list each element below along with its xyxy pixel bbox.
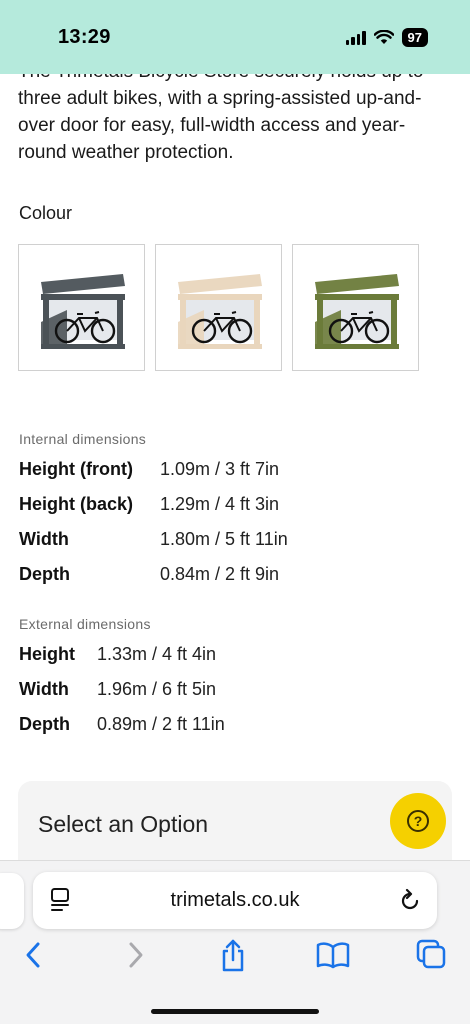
dimension-label: Height — [19, 644, 75, 664]
dimension-label: Height (front) — [19, 459, 133, 479]
dimension-label: Width — [19, 529, 69, 549]
dimension-value: 1.29m / 4 ft 3in — [160, 494, 280, 514]
internal-row: Width 1.80m / 5 ft 11in — [19, 529, 288, 550]
bike-store-anthracite-icon — [40, 273, 125, 349]
forward-icon[interactable] — [123, 939, 147, 971]
dimension-value: 1.33m / 4 ft 4in — [97, 644, 217, 664]
colour-label: Colour — [19, 203, 73, 223]
dimension-label: Height (back) — [19, 494, 134, 514]
tabs-icon[interactable] — [416, 939, 448, 971]
bookmarks-icon[interactable] — [316, 939, 350, 971]
previous-tab-peek[interactable] — [0, 873, 24, 929]
url-text: trimetals.co.uk — [170, 889, 300, 911]
status-time: 13:29 — [58, 26, 111, 48]
colour-swatches — [18, 244, 419, 371]
bike-store-beige-icon — [177, 273, 262, 349]
signal-icon — [345, 30, 366, 45]
reload-icon[interactable] — [399, 888, 421, 912]
internal-row: Height (front) 1.09m / 3 ft 7in — [19, 459, 279, 480]
dimension-label: Depth — [19, 714, 70, 734]
dimension-value: 0.89m / 2 ft 11in — [97, 714, 225, 734]
bike-store-green-icon — [314, 273, 399, 349]
back-icon[interactable] — [22, 939, 46, 971]
dimension-label: Depth — [19, 564, 70, 584]
address-bar[interactable]: trimetals.co.uk — [33, 872, 437, 929]
dimension-value: 1.80m / 5 ft 11in — [160, 529, 288, 549]
status-icons: 97 — [345, 28, 428, 47]
external-row: Width 1.96m / 6 ft 5in — [19, 679, 216, 700]
battery-indicator: 97 — [401, 28, 428, 47]
browser-toolbar — [0, 939, 470, 979]
product-description: The Trimetals Bicycle Store securely hol… — [18, 61, 424, 163]
select-option-panel[interactable]: Select an Option — [18, 781, 452, 863]
internal-dimensions-heading: Internal dimensions — [19, 431, 147, 447]
internal-row: Depth 0.84m / 2 ft 9in — [19, 564, 279, 585]
internal-row: Height (back) 1.29m / 4 ft 3in — [19, 494, 279, 515]
external-row: Height 1.33m / 4 ft 4in — [19, 644, 216, 665]
swatch-green[interactable] — [292, 244, 419, 371]
swatch-anthracite[interactable] — [18, 244, 145, 371]
dimension-value: 0.84m / 2 ft 9in — [160, 564, 280, 584]
help-icon: ? — [407, 810, 429, 832]
wifi-icon — [373, 30, 394, 44]
swatch-beige[interactable] — [155, 244, 282, 371]
external-dimensions-heading: External dimensions — [19, 616, 151, 632]
dimension-label: Width — [19, 679, 69, 699]
status-bar: 13:29 97 — [0, 0, 470, 74]
help-button[interactable]: ? — [390, 793, 446, 849]
select-option-label: Select an Option — [38, 811, 209, 837]
external-row: Depth 0.89m / 2 ft 11in — [19, 714, 225, 735]
share-icon[interactable] — [218, 939, 248, 973]
dimension-value: 1.09m / 3 ft 7in — [160, 459, 280, 479]
home-indicator — [151, 1009, 319, 1014]
browser-chrome: trimetals.co.uk — [0, 860, 470, 1024]
dimension-value: 1.96m / 6 ft 5in — [97, 679, 217, 699]
